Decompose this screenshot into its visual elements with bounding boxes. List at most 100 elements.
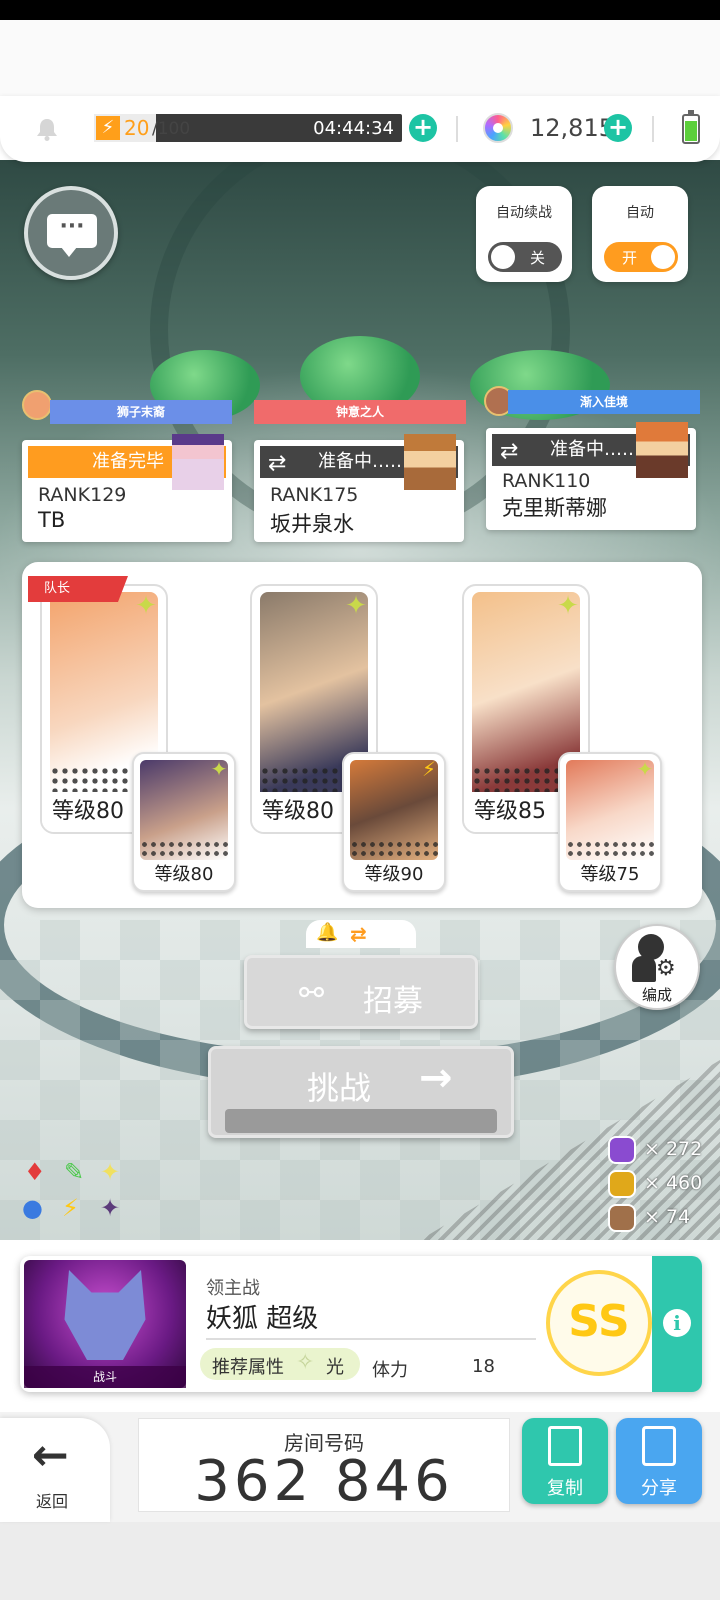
challenge-progress-bar [225,1109,497,1133]
player-name: 克里斯蒂娜 [502,496,607,520]
copy-label: 复制 [547,1478,583,1499]
player-sprite [404,434,456,490]
player-rank: RANK110 [502,470,591,492]
recruit-button[interactable]: ⚯ 招募 [244,955,478,1029]
system-status-bar [0,0,720,20]
share-nodes-icon: ⚯ [299,976,325,1011]
divider [456,116,458,142]
bottom-bar-lower [0,1522,720,1600]
add-gems-button[interactable]: + [604,114,632,142]
item-count: × 74 [644,1206,691,1228]
halftone-pattern [350,840,438,860]
recruit-label: 招募 [363,984,423,1019]
item-counter: × 74 [608,1202,718,1232]
item-count: × 272 [644,1138,703,1160]
fire-element-icon: ♦ [24,1158,46,1186]
switch-knob [491,245,515,269]
support-level: 等级90 [364,864,424,885]
stamina-current: 20 [124,116,150,140]
swap-icon: ⇄ [268,451,287,476]
element-chart[interactable]: ♦ ✎ ✦ ● ⚡ ✦ [20,1160,130,1230]
swap-icon: ⇄ [500,439,519,464]
bell-icon[interactable] [34,116,60,142]
auto-state: 开 [622,249,638,267]
auto-continue-toggle-card: 自动续战 关 [476,186,572,282]
player-card[interactable]: ⇄ 准备中…… RANK110 克里斯蒂娜 [486,422,696,530]
room-number-box: 房间号码 362 846 [138,1418,510,1514]
share-icon [642,1426,676,1466]
player-title-banner: 钟意之人 [254,400,466,424]
info-icon: i [663,1309,691,1337]
auto-toggle-card: 自动 开 [592,186,688,282]
boss-portrait: 战斗 [24,1260,186,1388]
wind-element-icon: ✎ [64,1158,85,1186]
gem-icon [483,113,513,143]
game-screen: ⚡ 20 /100 04:44:34 + 12,815 + ··· 自动续战 关… [0,0,720,1600]
support-card[interactable]: ✦ 等级75 [558,752,662,892]
copy-button[interactable]: 复制 [522,1418,608,1504]
star-icon: ✦ [210,757,228,781]
player-title-banner: 渐入佳境 [508,390,700,414]
fox-boss-sprite [64,1270,146,1360]
battery-icon [682,110,700,144]
star-icon: ✦ [636,757,654,781]
halftone-pattern [566,840,654,860]
player-card[interactable]: 准备完毕 RANK129 TB [22,434,232,542]
player-title-banner: 狮子末裔 [50,400,232,424]
item-counter: × 272 [608,1134,718,1164]
player-rank: RANK129 [38,484,127,506]
formation-label: 编成 [641,986,672,1004]
chat-button[interactable]: ··· [24,186,118,280]
auto-switch[interactable]: 开 [604,242,678,272]
support-card[interactable]: ✦ 等级80 [132,752,236,892]
boss-name: 妖狐 超级 [206,1304,319,1334]
share-button[interactable]: 分享 [616,1418,702,1504]
bronze-token-icon [608,1204,636,1232]
challenge-button[interactable]: 挑战 → [208,1046,514,1138]
player-avatar[interactable] [22,390,52,420]
challenge-label: 挑战 [307,1069,372,1107]
stamina-max: /100 [152,119,191,139]
player-name: TB [38,508,66,532]
arrow-left-icon: ← [32,1430,69,1481]
auto-continue-label: 自动续战 [496,205,552,221]
battery-level [685,121,697,141]
swap-icon: ⇄ [350,922,367,946]
item-count: × 460 [644,1172,703,1194]
fight-label: 战斗 [24,1366,186,1388]
boss-panel[interactable]: 战斗 领主战 妖狐 超级 推荐属性 ✧ 光 体力 18 SS i [20,1256,702,1392]
player-card[interactable]: ⇄ 准备中…… RANK175 坂井泉水 [254,434,464,542]
formation-button[interactable]: ⚙ 编成 [614,924,700,1010]
gem-count: 12,815 [530,114,614,142]
auto-label: 自动 [626,205,654,221]
lightning-icon: ⚡ [96,116,120,140]
team-panel: ✦ 等级80 队长 ✦ 等级80 ✦ 等级80 ⚡ 等级90 ✦ 等级85 ✦ … [22,562,702,908]
water-element-icon: ● [22,1194,43,1222]
room-number: 362 846 [194,1449,454,1514]
boss-info-button[interactable]: i [652,1256,702,1392]
person-body-icon [632,956,656,982]
player-sprite [636,422,688,478]
player-name: 坂井泉水 [270,512,354,536]
stamina-bar: ⚡ 20 /100 04:44:34 [94,114,402,142]
bell-icon: 🔔 [316,922,339,943]
share-label: 分享 [641,1478,677,1499]
add-stamina-button[interactable]: + [409,114,437,142]
chat-bubble-icon: ··· [47,214,97,257]
back-label: 返回 [36,1492,69,1511]
switch-knob [651,245,675,269]
auto-continue-switch[interactable]: 关 [488,242,562,272]
notify-swap-tab[interactable]: 🔔 ⇄ [306,920,416,948]
halftone-pattern [140,840,228,860]
player-rank: RANK175 [270,484,359,506]
leader-badge: 队长 [28,576,128,602]
light-element-icon: ✧ [296,1350,315,1375]
lightning-icon: ⚡ [421,757,437,781]
recommend-value: 光 [326,1357,344,1378]
stamina-cost-label: 体力 [372,1360,408,1381]
back-button[interactable]: ← 返回 [0,1418,110,1522]
divider [652,116,654,142]
clipboard-icon [548,1426,582,1466]
support-card[interactable]: ⚡ 等级90 [342,752,446,892]
light-element-icon: ✦ [100,1158,121,1186]
